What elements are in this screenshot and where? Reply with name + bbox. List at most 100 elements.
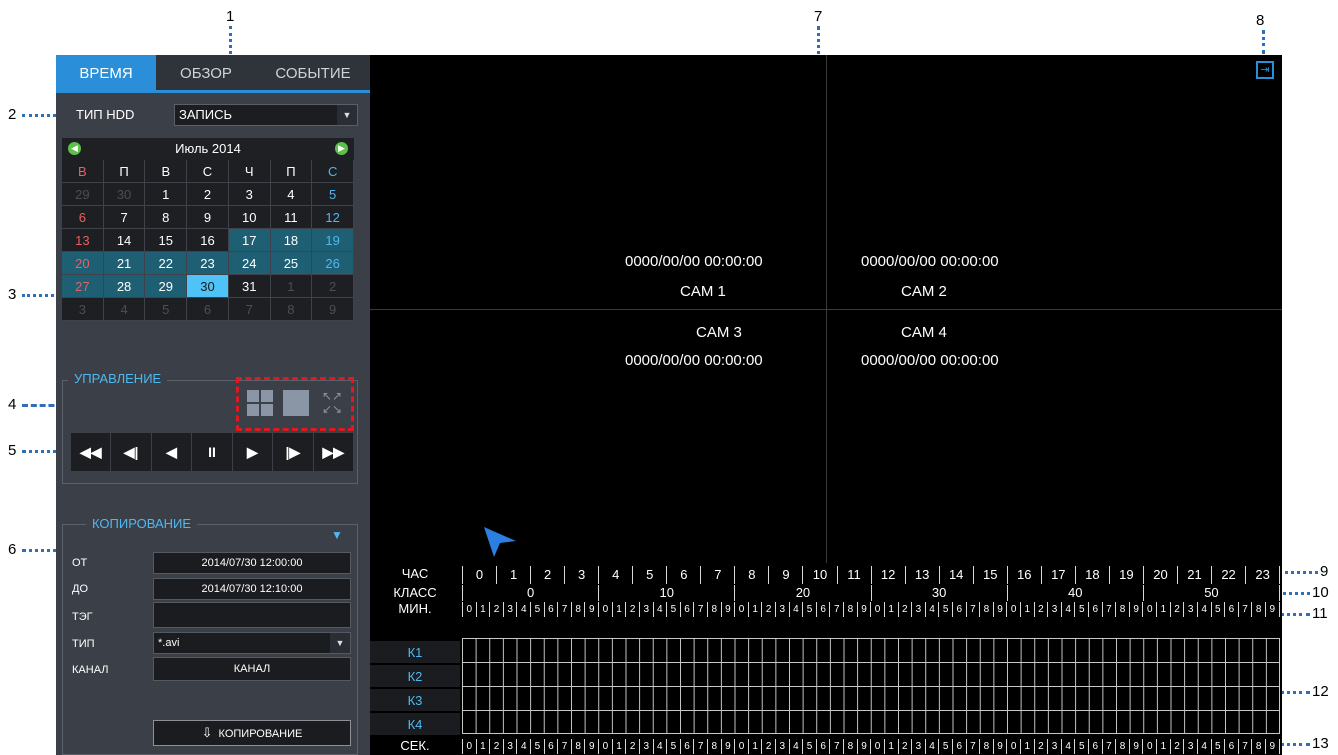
second-cell[interactable]: 4 (788, 739, 803, 754)
hour-cell[interactable]: 12 (870, 566, 905, 584)
minute-cell[interactable]: 6 (1088, 602, 1102, 617)
second-cell[interactable]: 8 (706, 739, 721, 754)
second-cell[interactable]: 5 (938, 739, 952, 754)
calendar-day[interactable]: 25 (270, 252, 313, 275)
second-cell[interactable]: 5 (1074, 739, 1088, 754)
minute-cell[interactable]: 9 (856, 602, 871, 617)
calendar-day[interactable]: 22 (145, 252, 188, 275)
second-cell[interactable]: 3 (911, 739, 925, 754)
second-cell[interactable]: 1 (1156, 739, 1170, 754)
second-cell[interactable]: 6 (1088, 739, 1102, 754)
calendar-day[interactable]: 3 (228, 183, 271, 206)
minute-cell[interactable]: 2 (1169, 602, 1184, 617)
calendar-day[interactable]: 28 (103, 275, 146, 298)
second-cell[interactable]: 1 (1019, 739, 1034, 754)
second-cell[interactable]: 4 (1060, 739, 1075, 754)
minute-cell[interactable]: 8 (570, 602, 585, 617)
channel-label-k1[interactable]: К1 (370, 641, 460, 664)
second-cell[interactable]: 8 (1251, 739, 1265, 754)
calendar-day[interactable]: 5 (312, 183, 354, 206)
minute-cell[interactable]: 7 (1101, 602, 1116, 617)
calendar-day[interactable]: 4 (270, 183, 313, 206)
minute-cell[interactable]: 5 (1074, 602, 1088, 617)
second-cell[interactable]: 8 (843, 739, 857, 754)
second-cell[interactable]: 6 (543, 739, 558, 754)
second-cell[interactable]: 3 (1047, 739, 1061, 754)
second-cell[interactable]: 7 (1101, 739, 1116, 754)
second-cell[interactable]: 2 (897, 739, 912, 754)
second-cell[interactable]: 9 (1128, 739, 1143, 754)
minute-cell[interactable]: 6 (815, 602, 830, 617)
minute-cell[interactable]: 1 (883, 602, 898, 617)
hdd-type-select[interactable]: ЗАПИСЬ ▼ (174, 104, 358, 126)
hour-cell[interactable]: 8 (734, 566, 768, 584)
minute-cell[interactable]: 4 (924, 602, 939, 617)
hour-cell[interactable]: 20 (1142, 566, 1177, 584)
prev-month-icon[interactable]: ◀ (68, 142, 81, 155)
minute-cell[interactable]: 3 (1047, 602, 1061, 617)
minute-cell[interactable]: 4 (1196, 602, 1211, 617)
second-cell[interactable]: 2 (1033, 739, 1048, 754)
calendar-day[interactable]: 26 (312, 252, 354, 275)
second-cell[interactable]: 9 (1264, 739, 1280, 754)
step-back-button[interactable]: ◀| (111, 433, 152, 471)
step-forward-button[interactable]: |▶ (273, 433, 314, 471)
pause-button[interactable]: II (192, 433, 233, 471)
second-cell[interactable]: 5 (1210, 739, 1225, 754)
minute-cell[interactable]: 6 (951, 602, 966, 617)
second-cell[interactable]: 8 (570, 739, 585, 754)
exit-icon[interactable]: ⇥ (1256, 61, 1274, 79)
fast-rewind-button[interactable]: ◀◀ (71, 433, 112, 471)
minute-cell[interactable]: 3 (638, 602, 653, 617)
hour-cell[interactable]: 7 (700, 566, 734, 584)
second-cell[interactable]: 7 (1237, 739, 1252, 754)
hour-cell[interactable]: 11 (836, 566, 871, 584)
minute-cell[interactable]: 1 (747, 602, 762, 617)
second-cell[interactable]: 0 (734, 739, 748, 754)
hour-cell[interactable]: 3 (564, 566, 598, 584)
second-cell[interactable]: 9 (856, 739, 871, 754)
hour-cell[interactable]: 2 (530, 566, 564, 584)
tab-event[interactable]: СОБЫТИЕ (256, 55, 370, 93)
second-cell[interactable]: 6 (951, 739, 966, 754)
second-cell[interactable]: 7 (965, 739, 980, 754)
minute-cell[interactable]: 1 (475, 602, 490, 617)
second-cell[interactable]: 9 (584, 739, 598, 754)
minute-cell[interactable]: 2 (489, 602, 503, 617)
minute-cell[interactable]: 2 (761, 602, 775, 617)
channel-label-k2[interactable]: К2 (370, 665, 460, 688)
hour-cell[interactable]: 19 (1108, 566, 1143, 584)
second-cell[interactable]: 6 (679, 739, 694, 754)
minute-cell[interactable]: 2 (1033, 602, 1048, 617)
hour-cell[interactable]: 0 (462, 566, 496, 584)
second-cell[interactable]: 0 (1006, 739, 1020, 754)
hour-cell[interactable]: 17 (1040, 566, 1075, 584)
class-cell[interactable]: 10 (598, 585, 734, 601)
calendar-day[interactable]: 19 (312, 229, 354, 252)
channel-label-k4[interactable]: К4 (370, 713, 460, 736)
minute-cell[interactable]: 7 (829, 602, 843, 617)
second-cell[interactable]: 7 (557, 739, 571, 754)
minute-cell[interactable]: 7 (557, 602, 571, 617)
class-cell[interactable]: 50 (1142, 585, 1281, 601)
calendar-day[interactable]: 7 (103, 206, 146, 229)
hour-cell[interactable]: 10 (802, 566, 836, 584)
second-cell[interactable]: 1 (611, 739, 626, 754)
second-cell[interactable]: 1 (747, 739, 762, 754)
minute-cell[interactable]: 5 (938, 602, 952, 617)
minute-cell[interactable]: 7 (965, 602, 980, 617)
minute-cell[interactable]: 8 (843, 602, 857, 617)
hour-cell[interactable]: 6 (666, 566, 700, 584)
second-cell[interactable]: 8 (1115, 739, 1129, 754)
hour-cell[interactable]: 4 (598, 566, 632, 584)
calendar-day[interactable]: 6 (62, 206, 104, 229)
tab-time[interactable]: ВРЕМЯ (56, 55, 156, 93)
collapse-icon[interactable]: ▼ (331, 528, 343, 542)
minute-cell[interactable]: 0 (598, 602, 612, 617)
second-track[interactable]: 0123456789012345678901234567890123456789… (462, 739, 1280, 754)
hour-cell[interactable]: 5 (632, 566, 666, 584)
class-track[interactable]: 0 10 20 30 40 50 (462, 585, 1281, 601)
reverse-play-button[interactable]: ◀ (151, 433, 193, 471)
second-cell[interactable]: 9 (992, 739, 1007, 754)
minute-cell[interactable]: 7 (693, 602, 707, 617)
